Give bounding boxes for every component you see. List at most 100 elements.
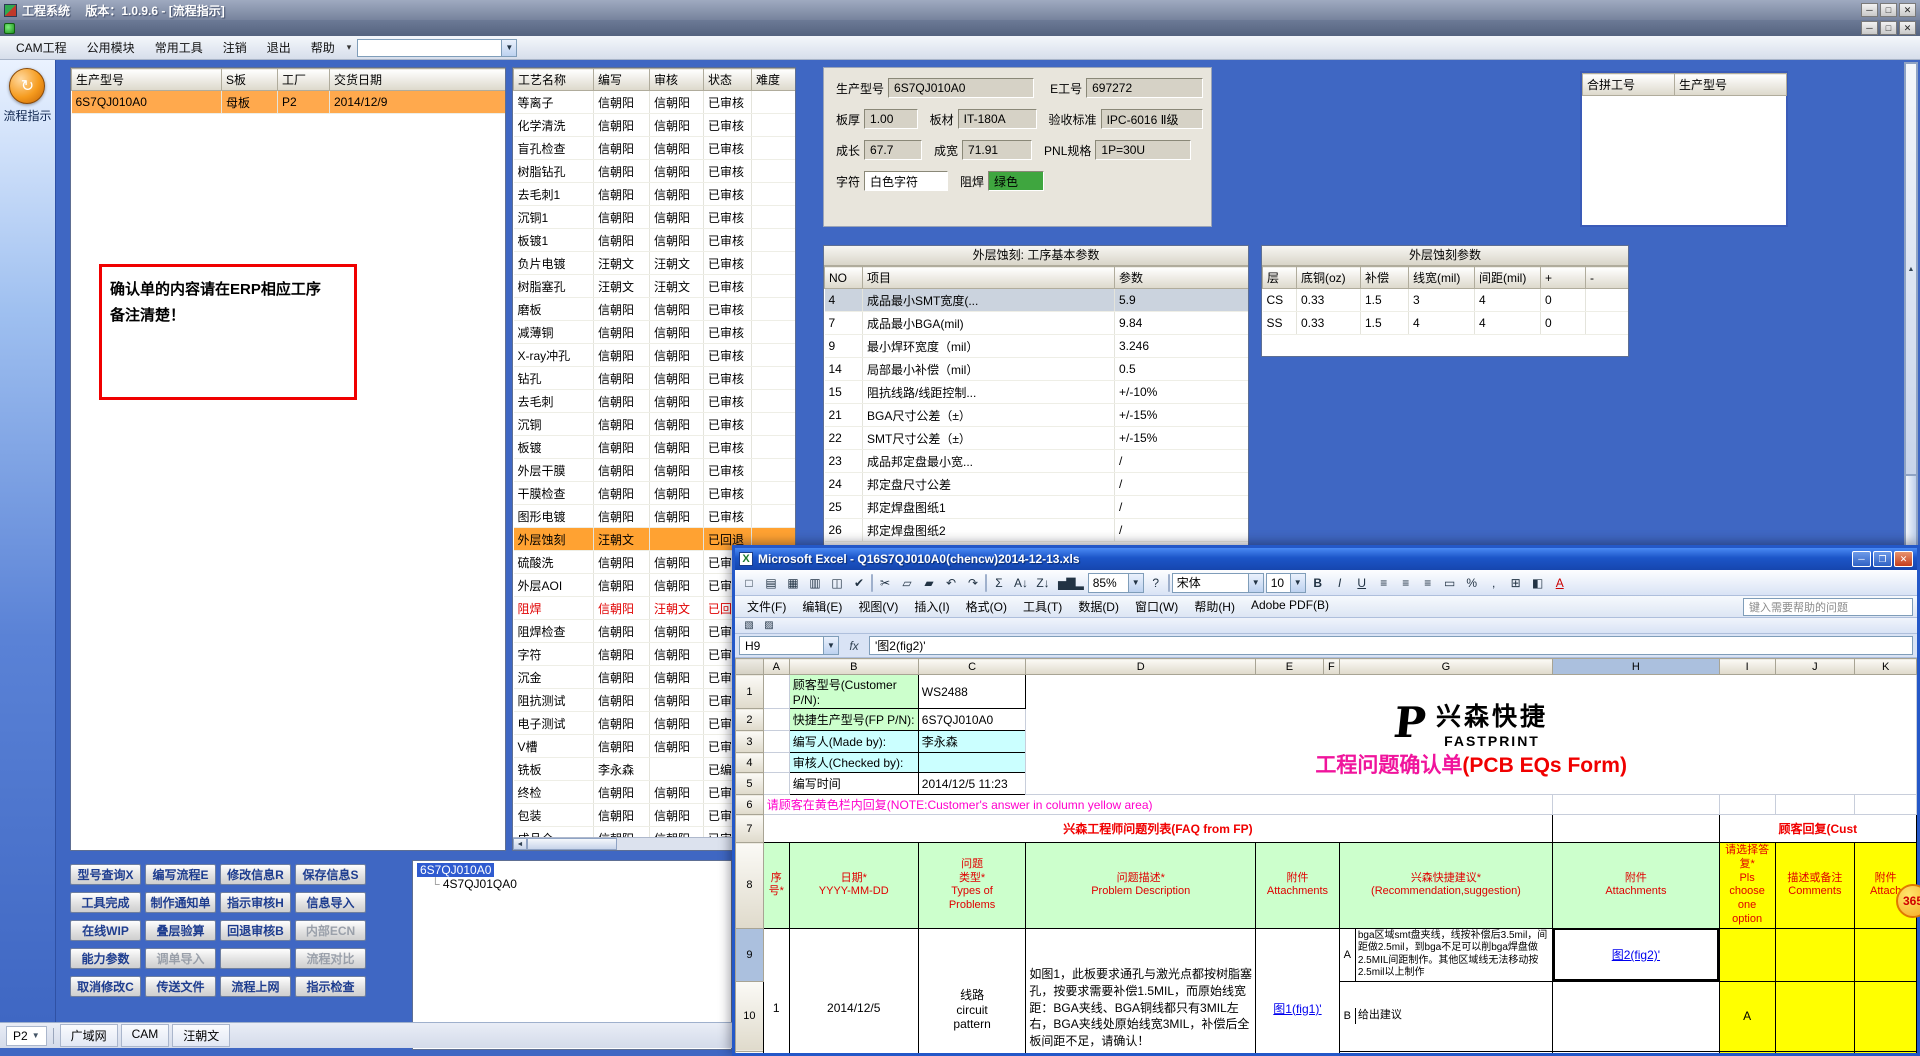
scrollbar-thumb[interactable] <box>1905 475 1917 547</box>
paste-icon[interactable]: ▰ <box>919 573 939 593</box>
column-header[interactable]: H <box>1552 658 1720 675</box>
flow-indicator-button[interactable]: ↻ 流程指示 <box>3 68 52 124</box>
merge-center-icon[interactable]: ▭ <box>1440 573 1460 593</box>
column-header[interactable]: + <box>1540 266 1586 289</box>
action-button[interactable]: 指示审核H <box>220 892 291 913</box>
action-button[interactable]: 流程上网 <box>220 976 291 997</box>
column-header[interactable]: 合拼工号 <box>1582 73 1675 96</box>
table-row[interactable]: 干膜检查 信朝阳 信朝阳 已审核 <box>513 481 795 505</box>
align-right-icon[interactable]: ≡ <box>1418 573 1438 593</box>
cell[interactable] <box>762 752 790 773</box>
column-header[interactable]: A <box>762 658 790 675</box>
cell[interactable]: 编写时间 <box>788 772 919 795</box>
tree-item-root[interactable]: 6S7QJ010A0 <box>417 863 727 877</box>
action-button[interactable]: 型号查询X <box>70 864 141 885</box>
selected-cell-h9[interactable]: 图2(fig2)' <box>1552 927 1720 982</box>
q1-type-cell[interactable]: 线路 circuit pattern <box>917 927 1027 1053</box>
action-button[interactable]: 修改信息R <box>220 864 291 885</box>
attach-cell[interactable] <box>1854 1050 1917 1053</box>
table-row[interactable]: 21 BGA尺寸公差（±） +/-15% <box>824 403 1248 427</box>
cell[interactable] <box>1718 794 1776 815</box>
cell[interactable] <box>1552 794 1720 815</box>
action-button[interactable]: 叠层验算 <box>145 920 216 941</box>
q1-option-b-cell[interactable]: B 给出建议 <box>1338 980 1554 1052</box>
maximize-button[interactable]: □ <box>1880 3 1897 17</box>
column-header[interactable]: - <box>1585 266 1628 289</box>
table-row[interactable]: X-ray冲孔 信朝阳 信朝阳 已审核 <box>513 343 795 367</box>
table-row[interactable]: 等离子 信朝阳 信朝阳 已审核 <box>513 90 795 114</box>
print-icon[interactable]: ▥ <box>805 573 825 593</box>
eq-header-comments[interactable]: 描述或备注 Comments <box>1774 842 1856 929</box>
eq-header-attachments[interactable]: 附件 Attachments <box>1552 842 1720 929</box>
spelling-icon[interactable]: ✔ <box>849 573 869 593</box>
action-button[interactable]: 传送文件 <box>145 976 216 997</box>
save-icon[interactable]: ▦ <box>783 573 803 593</box>
tree-item-child[interactable]: └ 4S7QJ01QA0 <box>417 877 727 891</box>
table-row[interactable]: 图形电镀 信朝阳 信朝阳 已审核 <box>513 504 795 528</box>
cell[interactable] <box>917 752 1027 773</box>
action-button[interactable]: 能力参数 <box>70 948 141 969</box>
comments-cell[interactable] <box>1774 1050 1856 1053</box>
menu-item[interactable]: 退出 <box>257 36 301 59</box>
excel-menu-item[interactable]: 插入(I) <box>906 596 957 617</box>
table-row[interactable]: 树脂塞孔 汪朝文 汪朝文 已审核 <box>513 274 795 298</box>
column-header[interactable]: 交货日期 <box>329 68 505 91</box>
column-header[interactable]: 生产型号 <box>1674 73 1787 96</box>
toolbar-separator[interactable] <box>871 573 873 592</box>
italic-icon[interactable]: I <box>1330 573 1350 593</box>
table-row[interactable]: SS 0.33 1.5 4 4 0 <box>1262 311 1628 335</box>
table-row[interactable]: 去毛刺 信朝阳 信朝阳 已审核 <box>513 389 795 413</box>
menu-item[interactable]: 注销 <box>213 36 257 59</box>
cell[interactable] <box>762 772 790 795</box>
row-header[interactable]: 7 <box>735 814 764 843</box>
excel-menu-item[interactable]: 视图(V) <box>850 596 906 617</box>
redo-icon[interactable]: ↷ <box>963 573 983 593</box>
cell[interactable]: 顾客型号(Customer P/N): <box>788 674 919 709</box>
table-row[interactable]: 板镀 信朝阳 信朝阳 已审核 <box>513 435 795 459</box>
column-header[interactable]: 工厂 <box>277 68 330 91</box>
excel-menu-item[interactable]: Adobe PDF(B) <box>1243 596 1337 617</box>
cell[interactable]: 编写人(Made by): <box>788 730 919 753</box>
custom-tool-icon[interactable]: ▧ <box>741 619 757 633</box>
font-size-combobox[interactable]: 10 ▼ <box>1265 572 1306 593</box>
cell[interactable] <box>1552 1050 1720 1053</box>
excel-minimize-button[interactable]: ─ <box>1852 551 1871 567</box>
excel-restore-button[interactable]: ❐ <box>1873 551 1892 567</box>
cell[interactable] <box>1774 794 1856 815</box>
action-button[interactable]: 回退审核B <box>220 920 291 941</box>
cell[interactable]: 审核人(Checked by): <box>788 752 919 773</box>
comma-icon[interactable]: , <box>1484 573 1504 593</box>
cell-name-box[interactable]: H9 ▼ <box>739 636 839 655</box>
column-header[interactable]: 补偿 <box>1360 266 1409 289</box>
q1-attachment-cell[interactable]: 图1(fig1)' <box>1255 927 1340 1053</box>
column-header[interactable]: NO <box>824 266 863 289</box>
action-button[interactable]: 取消修改C <box>70 976 141 997</box>
chevron-down-icon[interactable]: ▼ <box>1247 573 1263 592</box>
action-button[interactable]: 在线WIP <box>70 920 141 941</box>
excel-menu-item[interactable]: 格式(O) <box>958 596 1015 617</box>
scrollbar-thumb[interactable] <box>527 838 617 850</box>
toolbar-separator[interactable] <box>985 573 987 592</box>
table-row[interactable]: 板镀1 信朝阳 信朝阳 已审核 <box>513 228 795 252</box>
answer-cell[interactable] <box>1718 1050 1776 1053</box>
attach-cell[interactable] <box>1854 927 1917 982</box>
cut-icon[interactable]: ✂ <box>875 573 895 593</box>
minimize-button[interactable]: ─ <box>1861 3 1878 17</box>
column-header[interactable]: 线宽(mil) <box>1408 266 1475 289</box>
eq-header-type[interactable]: 问题 类型* Types of Problems <box>917 842 1027 929</box>
column-header[interactable]: 间距(mil) <box>1474 266 1541 289</box>
sort-desc-icon[interactable]: Z↓ <box>1033 573 1053 593</box>
percent-icon[interactable]: % <box>1462 573 1482 593</box>
action-button[interactable] <box>220 948 291 969</box>
row-header[interactable]: 9 <box>735 927 764 982</box>
status-tab[interactable]: CAM <box>120 1024 170 1047</box>
formula-input[interactable]: '图2(fig2)' <box>869 636 1913 655</box>
eq-header-date[interactable]: 日期* YYYY-MM-DD <box>788 842 919 929</box>
table-row[interactable]: 钻孔 信朝阳 信朝阳 已审核 <box>513 366 795 390</box>
column-header[interactable]: 底铜(oz) <box>1296 266 1361 289</box>
column-header[interactable]: F <box>1322 658 1340 675</box>
column-header[interactable]: 层 <box>1262 266 1297 289</box>
action-button[interactable]: 制作通知单 <box>145 892 216 913</box>
cell[interactable] <box>762 730 790 753</box>
chevron-down-icon[interactable]: ▼ <box>1127 573 1143 592</box>
